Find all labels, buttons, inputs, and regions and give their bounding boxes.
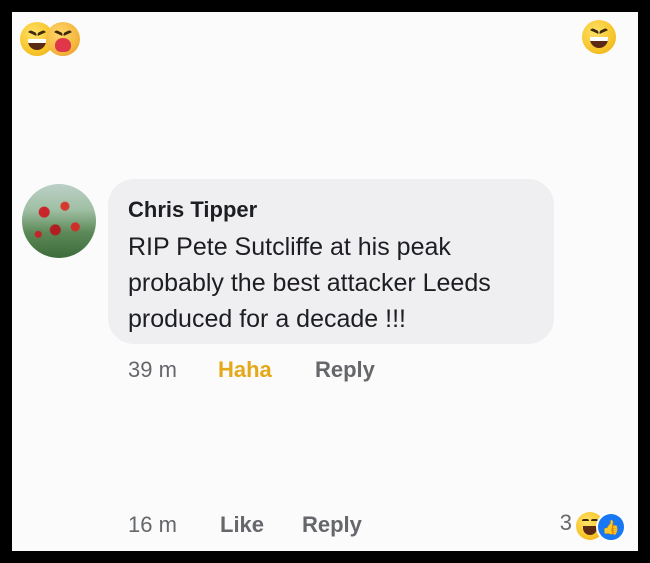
haha-reaction-button[interactable]: Haha — [218, 357, 272, 383]
second-comment-timestamp[interactable]: 16 m — [128, 512, 177, 538]
reply-button[interactable]: Reply — [315, 357, 375, 383]
care-emoji-icon — [46, 22, 80, 56]
screenshot-frame: Chris Tipper RIP Pete Sutcliffe at his p… — [12, 12, 638, 551]
second-reply-button[interactable]: Reply — [302, 512, 362, 538]
like-button[interactable]: Like — [220, 512, 264, 538]
comment-author[interactable]: Chris Tipper — [128, 197, 257, 223]
laughing-emoji-icon — [582, 20, 616, 54]
comment-bubble: Chris Tipper RIP Pete Sutcliffe at his p… — [108, 179, 554, 344]
avatar[interactable] — [22, 184, 96, 258]
comment-timestamp[interactable]: 39 m — [128, 357, 177, 383]
reaction-count: 3 — [559, 510, 572, 535]
comment-text: RIP Pete Sutcliffe at his peak probably … — [128, 233, 491, 333]
thumbs-up-icon: 👍 — [596, 512, 626, 542]
